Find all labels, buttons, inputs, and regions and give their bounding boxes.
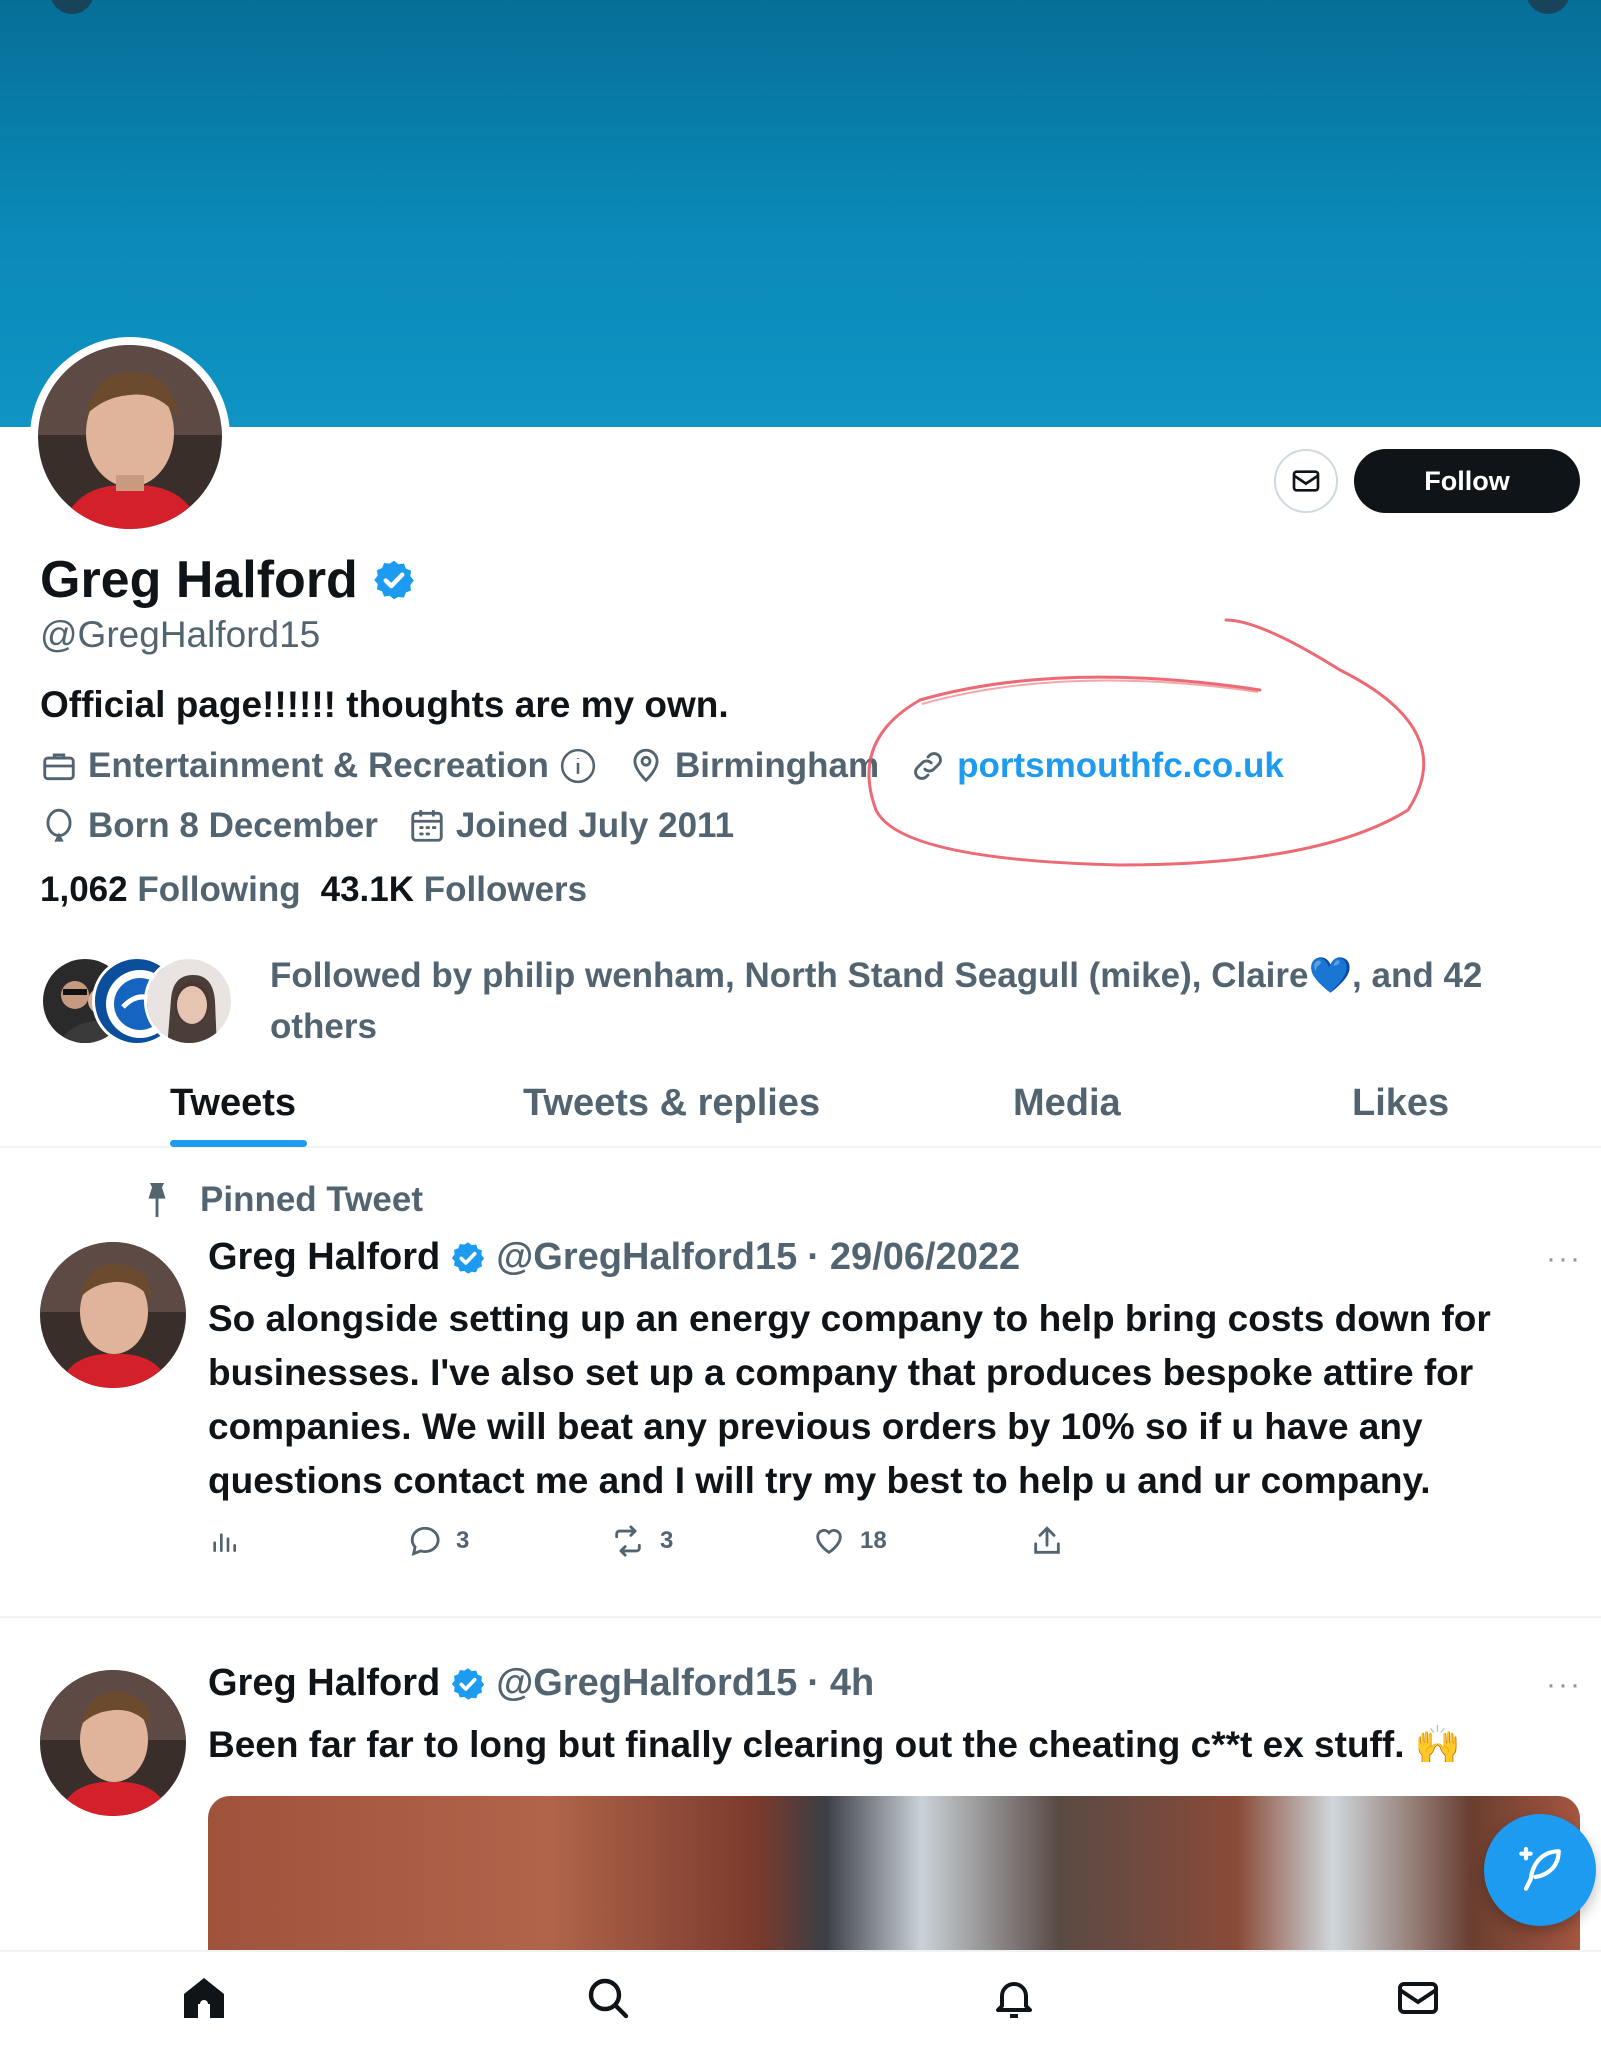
notifications-bell-icon[interactable] — [990, 1974, 1038, 2022]
location-pin-icon — [633, 748, 659, 783]
following-count: 1,062 — [40, 870, 128, 909]
following-label: Following — [137, 870, 301, 909]
verified-badge-icon — [452, 1241, 485, 1274]
like-button[interactable]: 18 — [812, 1524, 887, 1558]
profile-name-text: Greg Halford — [40, 551, 358, 609]
avatar-photo — [38, 345, 222, 529]
analytics-icon — [213, 1533, 236, 1552]
profile-avatar[interactable] — [30, 337, 230, 537]
birthday-item: Born 8 December — [40, 806, 378, 846]
location-text: Birmingham — [674, 746, 880, 785]
tweet-separator: · — [807, 1662, 820, 1704]
tweet-media-image[interactable] — [208, 1796, 1580, 1956]
pinned-tweet-label: Pinned Tweet — [140, 1180, 423, 1220]
category-item: Entertainment & Recreation — [40, 746, 597, 786]
tweet-divider — [0, 1616, 1601, 1618]
retweet-count: 3 — [660, 1527, 674, 1554]
tweet-timestamp[interactable]: 4h — [830, 1662, 874, 1705]
followers-you-know[interactable]: Followed by philip wenham, North Stand S… — [40, 950, 1560, 1050]
tweet-author-name[interactable]: Greg Halford — [208, 1236, 440, 1279]
envelope-icon — [1292, 470, 1320, 492]
profile-banner — [0, 0, 1601, 427]
followed-by-text: Followed by philip wenham, North Stand S… — [270, 956, 1483, 1046]
share-button[interactable] — [1030, 1524, 1064, 1558]
joined-text: Joined July 2011 — [455, 806, 735, 845]
like-count: 18 — [860, 1527, 887, 1554]
calendar-icon — [411, 810, 443, 842]
active-tab-indicator — [170, 1140, 307, 1147]
bottom-navigation — [0, 1950, 1601, 2047]
tweet-timestamp[interactable]: 29/06/2022 — [830, 1236, 1020, 1279]
menu-button-edge[interactable] — [1526, 0, 1570, 14]
pin-icon — [148, 1183, 166, 1217]
home-icon[interactable] — [180, 1974, 228, 2022]
red-annotation-circle — [867, 618, 1426, 867]
info-icon[interactable] — [559, 747, 597, 785]
category-text: Entertainment & Recreation — [88, 746, 549, 785]
reply-button[interactable]: 3 — [408, 1524, 469, 1558]
tweet-author-handle[interactable]: @GregHalford15 — [496, 1662, 797, 1705]
message-button[interactable] — [1274, 449, 1338, 513]
reply-count: 3 — [456, 1527, 470, 1554]
location-item: Birmingham — [627, 746, 879, 786]
profile-meta-row-2: Born 8 December Joined July 2011 — [40, 806, 764, 846]
following-stat[interactable]: 1,062 Following — [40, 870, 301, 910]
compose-tweet-button[interactable] — [1484, 1814, 1596, 1926]
messages-envelope-icon[interactable] — [1394, 1974, 1442, 2022]
tab-tweets[interactable]: Tweets — [170, 1082, 296, 1125]
tweet-actions: 3 3 18 — [208, 1524, 1108, 1574]
verified-badge-icon — [374, 560, 414, 600]
profile-bio: Official page!!!!!! thoughts are my own. — [40, 684, 729, 725]
search-icon[interactable] — [584, 1974, 632, 2022]
tweet-text: Been far far to long but finally clearin… — [208, 1724, 1461, 1765]
tweet-separator: · — [807, 1236, 820, 1278]
compose-feather-icon — [1519, 1846, 1561, 1891]
retweet-button[interactable]: 3 — [610, 1524, 673, 1558]
back-button-edge[interactable] — [50, 0, 94, 14]
followers-stat[interactable]: 43.1K Followers — [321, 870, 588, 910]
follower-avatar-3 — [144, 956, 234, 1046]
birthday-text: Born 8 December — [88, 806, 378, 845]
reply-icon — [410, 1526, 440, 1557]
heart-icon — [816, 1529, 842, 1555]
tweet-avatar[interactable] — [40, 1670, 186, 1816]
balloon-icon — [46, 808, 72, 842]
follow-stats: 1,062 Following 43.1K Followers — [40, 870, 587, 910]
tweet-avatar[interactable] — [40, 1242, 186, 1388]
pinned-label-text: Pinned Tweet — [200, 1180, 423, 1219]
followers-count: 43.1K — [320, 870, 415, 909]
share-icon — [1034, 1526, 1060, 1554]
profile-handle: @GregHalford15 — [40, 614, 321, 655]
tweet-more-button[interactable]: ··· — [1546, 1668, 1582, 1702]
tab-tweets-replies[interactable]: Tweets & replies — [523, 1082, 820, 1125]
tab-likes[interactable]: Likes — [1352, 1082, 1449, 1125]
tweet-text: So alongside setting up an energy compan… — [208, 1298, 1491, 1501]
verified-badge-icon — [452, 1667, 485, 1700]
follow-button[interactable]: Follow — [1354, 449, 1580, 513]
views-button[interactable] — [208, 1524, 240, 1556]
tab-media[interactable]: Media — [1013, 1082, 1121, 1125]
tweet-header: Greg Halford @GregHalford15 · 4h — [208, 1662, 874, 1705]
tweet-author-name[interactable]: Greg Halford — [208, 1662, 440, 1705]
tweet-more-button[interactable]: ··· — [1546, 1242, 1582, 1276]
tweet-header: Greg Halford @GregHalford15 · 29/06/2022 — [208, 1236, 1020, 1279]
profile-name: Greg Halford — [40, 550, 416, 610]
retweet-icon — [615, 1525, 641, 1557]
tweet-author-handle[interactable]: @GregHalford15 — [496, 1236, 797, 1279]
briefcase-icon — [43, 753, 75, 781]
joined-item: Joined July 2011 — [408, 806, 734, 846]
profile-tabs: Tweets Tweets & replies Media Likes — [0, 1060, 1601, 1148]
followers-label: Followers — [423, 870, 588, 909]
